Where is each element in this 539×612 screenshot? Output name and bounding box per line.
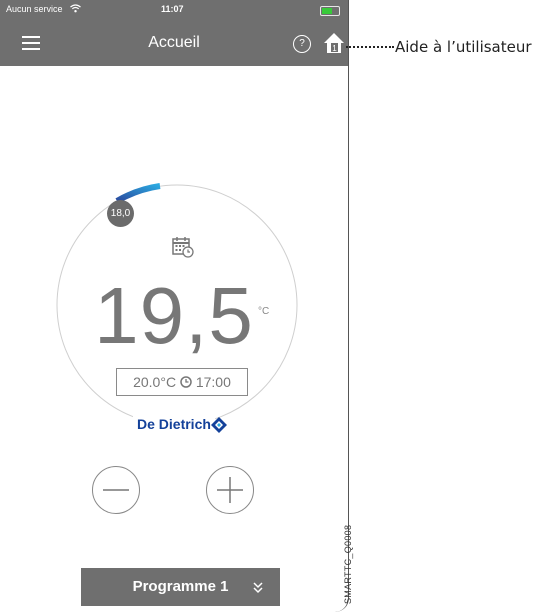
next-change-time: 17:00: [195, 374, 231, 390]
increase-button[interactable]: [206, 466, 254, 514]
clock-time: 11:07: [161, 4, 184, 14]
figure-code: SMARTTC_Q0008: [343, 524, 353, 604]
setpoint-badge[interactable]: 18,0: [107, 200, 134, 227]
top-nav-bar: Accueil ? 1: [0, 20, 348, 68]
dotted-separator: [311, 66, 323, 68]
minus-icon: [103, 489, 129, 491]
annotation-leader-line: [346, 46, 394, 48]
wifi-icon: [70, 4, 81, 13]
next-change-temp: 20.0°C: [133, 374, 177, 390]
question-icon: ?: [299, 38, 305, 49]
home-button[interactable]: 1: [323, 31, 345, 55]
help-button[interactable]: ?: [293, 35, 311, 53]
setpoint-arc: [115, 183, 161, 204]
annotation-label: Aide à l’utilisateur: [395, 38, 532, 56]
status-bar: Aucun service 11:07: [0, 0, 348, 20]
svg-text:1: 1: [332, 44, 337, 53]
brand-logo-text: De Dietrich: [133, 416, 215, 432]
phone-screen: Aucun service 11:07 Accueil ? 1 18,0 19,…: [0, 0, 349, 612]
temperature-unit: °C: [258, 306, 270, 317]
program-label: Programme 1: [132, 578, 229, 595]
plus-icon: [217, 477, 243, 503]
calendar-clock-icon: [172, 237, 194, 258]
double-chevron-down-icon: [253, 582, 263, 594]
carrier-label: Aucun service: [6, 4, 63, 14]
clock-icon: [180, 376, 192, 388]
decrease-button[interactable]: [92, 466, 140, 514]
next-change-info: 20.0°C 17:00: [116, 368, 248, 396]
current-temperature: 19,5: [94, 271, 254, 360]
battery-icon: [320, 6, 340, 16]
brand-diamond-icon: [211, 417, 227, 433]
